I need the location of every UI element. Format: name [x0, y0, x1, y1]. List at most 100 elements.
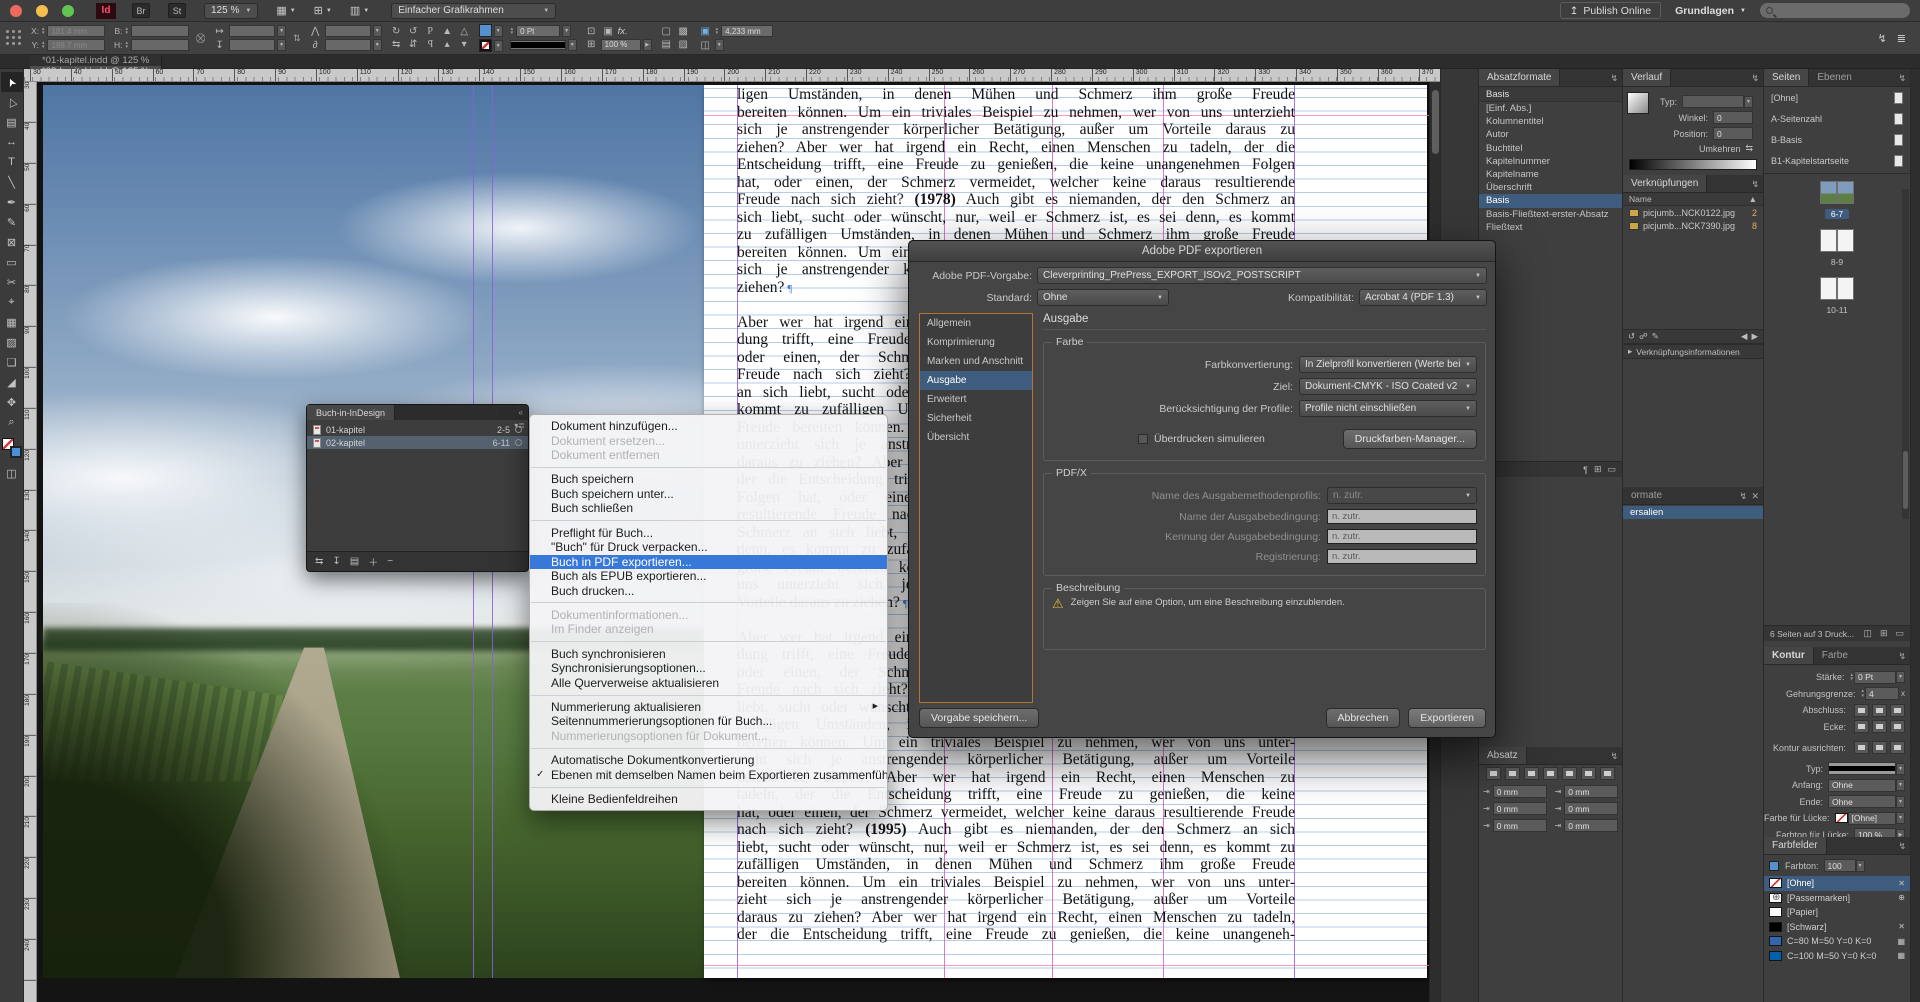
context-menu-item[interactable]: Im Finder anzeigen	[530, 622, 887, 637]
frame-fitting-icon[interactable]: ◫	[698, 40, 713, 51]
swatch-row[interactable]: [Schwarz]	[1764, 920, 1910, 935]
tab-kontur[interactable]: Kontur	[1764, 647, 1814, 664]
rectangle-frame-tool-icon[interactable]: ⊠	[1, 232, 23, 252]
book-document-row[interactable]: 02-kapitel 6-11	[307, 436, 528, 449]
context-menu-item[interactable]: Kleine Bedienfeldreihen	[530, 792, 887, 807]
page-thumbnail[interactable]	[1837, 181, 1854, 204]
align-center-button[interactable]	[1505, 767, 1520, 780]
cancel-button[interactable]: Abbrechen	[1326, 708, 1401, 728]
opacity-dropdown[interactable]: 100 %	[601, 39, 641, 51]
miter-join-button[interactable]	[1854, 720, 1869, 733]
fill-color-swatch[interactable]	[479, 24, 492, 37]
panel-menu-icon[interactable]: ▾≣	[514, 421, 525, 430]
y-position-field[interactable]: 188,7 mm	[47, 39, 105, 51]
context-menu-item[interactable]	[531, 748, 886, 749]
chevron-down-icon[interactable]: ▼	[277, 39, 286, 51]
eyedropper-tool-icon[interactable]: ◢	[1, 372, 23, 392]
select-content-icon[interactable]: △	[457, 26, 472, 37]
normal-view-mode-button[interactable]: ◫	[1, 463, 23, 483]
dialog-section-item[interactable]: Sicherheit	[920, 409, 1032, 428]
context-menu-item[interactable]: "Buch" für Druck verpacken...	[530, 540, 887, 555]
simulate-overprint-checkbox[interactable]	[1138, 434, 1148, 444]
tab-zeichenformate[interactable]: ormate	[1623, 487, 1670, 504]
stroke-type-dropdown[interactable]	[510, 40, 566, 50]
link-scale-icon[interactable]: ⇅	[293, 33, 301, 44]
chevron-down-icon[interactable]: ▼	[568, 39, 577, 51]
context-menu-item[interactable]	[531, 602, 886, 603]
chevron-down-icon[interactable]: ▼	[277, 25, 286, 37]
stroke-weight-field[interactable]: 0 Pt	[1854, 671, 1896, 684]
context-menu-item[interactable]	[531, 520, 886, 521]
book-panel-tab[interactable]: Buch-in-InDesign	[307, 405, 395, 420]
view-options-dropdown[interactable]: ▦▼	[276, 4, 295, 17]
chevron-down-icon[interactable]: ▼	[1856, 860, 1865, 872]
note-tool-icon[interactable]: ❏	[1, 352, 23, 372]
paragraph-style-item[interactable]: [Einf. Abs.]	[1479, 102, 1622, 115]
context-menu-item[interactable]: Preflight für Buch...	[530, 526, 887, 541]
close-window-icon[interactable]	[10, 5, 22, 17]
minimize-window-icon[interactable]	[36, 5, 48, 17]
free-transform-tool-icon[interactable]: ⌖	[1, 292, 23, 312]
chevron-down-icon[interactable]: ▼	[1896, 763, 1905, 775]
scrollbar-thumb[interactable]	[1903, 451, 1908, 509]
dialog-section-item[interactable]: Marken und Anschnitt	[920, 352, 1032, 371]
document-layout-dropdown[interactable]: ▥▼	[350, 4, 369, 17]
context-menu-item[interactable]: Nummerierung aktualisieren	[530, 700, 887, 715]
corner-options-icon[interactable]: ⊡	[584, 26, 599, 37]
align-left-button[interactable]	[1486, 767, 1501, 780]
justify-last-left-button[interactable]	[1543, 767, 1558, 780]
round-join-button[interactable]	[1872, 720, 1887, 733]
spread-label[interactable]: 6-7	[1825, 209, 1849, 219]
screen-mode-dropdown[interactable]: ⊞▼	[314, 4, 332, 17]
chevron-down-icon[interactable]: ▼	[562, 25, 571, 37]
close-icon[interactable]: ✕	[1751, 491, 1759, 502]
chevron-down-icon[interactable]: ▼	[373, 25, 382, 37]
stroke-type-dropdown[interactable]	[1828, 762, 1896, 775]
add-document-icon[interactable]: ＋	[368, 554, 378, 569]
align-outside-stroke-button[interactable]	[1890, 741, 1905, 754]
remove-document-icon[interactable]: −	[387, 556, 393, 567]
control-panel-menu-icon[interactable]: ≣	[1897, 32, 1906, 45]
paragraph-style-item[interactable]: Kapitelnummer	[1479, 155, 1622, 168]
print-book-icon[interactable]: ▤	[350, 556, 359, 567]
rotate-ccw-icon[interactable]: ↺	[406, 26, 421, 37]
page-tool-icon[interactable]: ▤	[1, 112, 23, 132]
destination-dropdown[interactable]: Dokument-CMYK - ISO Coated v2 (...▼	[1299, 378, 1477, 395]
select-container-icon[interactable]: ▲	[440, 26, 455, 37]
context-menu-item[interactable]: Dokument ersetzen...	[530, 434, 887, 449]
page-spread[interactable]: 10-11	[1764, 277, 1910, 318]
next-link-icon[interactable]: ▶	[1751, 331, 1758, 342]
flip-vertical-icon[interactable]: ⇵	[406, 39, 421, 50]
previous-link-icon[interactable]: ◀	[1741, 331, 1748, 342]
chevron-down-icon[interactable]: ▼	[1896, 796, 1905, 808]
butt-cap-button[interactable]	[1854, 704, 1869, 717]
flip-horizontal-icon[interactable]: ⇆	[389, 39, 404, 50]
align-right-button[interactable]	[1524, 767, 1539, 780]
x-position-field[interactable]: 181,4 mm	[47, 25, 105, 37]
tab-verlauf[interactable]: Verlauf	[1623, 69, 1671, 86]
new-page-icon[interactable]: ⊞	[1880, 628, 1888, 639]
tab-verknuepfungen[interactable]: Verknüpfungen	[1623, 175, 1707, 192]
height-field[interactable]	[131, 39, 189, 51]
panel-menu-icon[interactable]: ↯	[1898, 651, 1906, 662]
bevel-join-button[interactable]	[1890, 720, 1905, 733]
panel-menu-icon[interactable]: ↯	[1610, 73, 1618, 84]
gradient-preview-swatch[interactable]	[1627, 92, 1649, 114]
paragraph-spacing-field[interactable]: 0 mm	[1493, 819, 1547, 832]
chevron-down-icon[interactable]: ▼	[1896, 671, 1905, 683]
dialog-section-item[interactable]: Übersicht	[920, 428, 1032, 447]
dialog-section-item[interactable]: Allgemein	[920, 314, 1032, 333]
gradient-reverse-button[interactable]: Umkehren	[1654, 144, 1740, 154]
gradient-angle-field[interactable]: 0	[1713, 111, 1753, 124]
panel-menu-icon[interactable]: ↯	[1898, 841, 1906, 852]
paragraph-spacing-field[interactable]: 0 mm	[1564, 802, 1618, 815]
align-inside-stroke-button[interactable]	[1872, 741, 1887, 754]
chevron-down-icon[interactable]: ▼	[1744, 96, 1753, 108]
chevron-down-icon[interactable]: ▼	[494, 40, 503, 52]
edit-original-icon[interactable]: ✎	[1652, 331, 1659, 342]
link-item[interactable]: picjumb...NCK7390.jpg 8	[1623, 220, 1763, 234]
start-arrowhead-dropdown[interactable]: Ohne	[1828, 779, 1896, 792]
links-column-header[interactable]: Name ▲	[1623, 193, 1763, 206]
chevron-down-icon[interactable]: ▼	[715, 39, 724, 51]
context-menu-item[interactable]: Nummerierungsoptionen für Dokument...	[530, 729, 887, 744]
